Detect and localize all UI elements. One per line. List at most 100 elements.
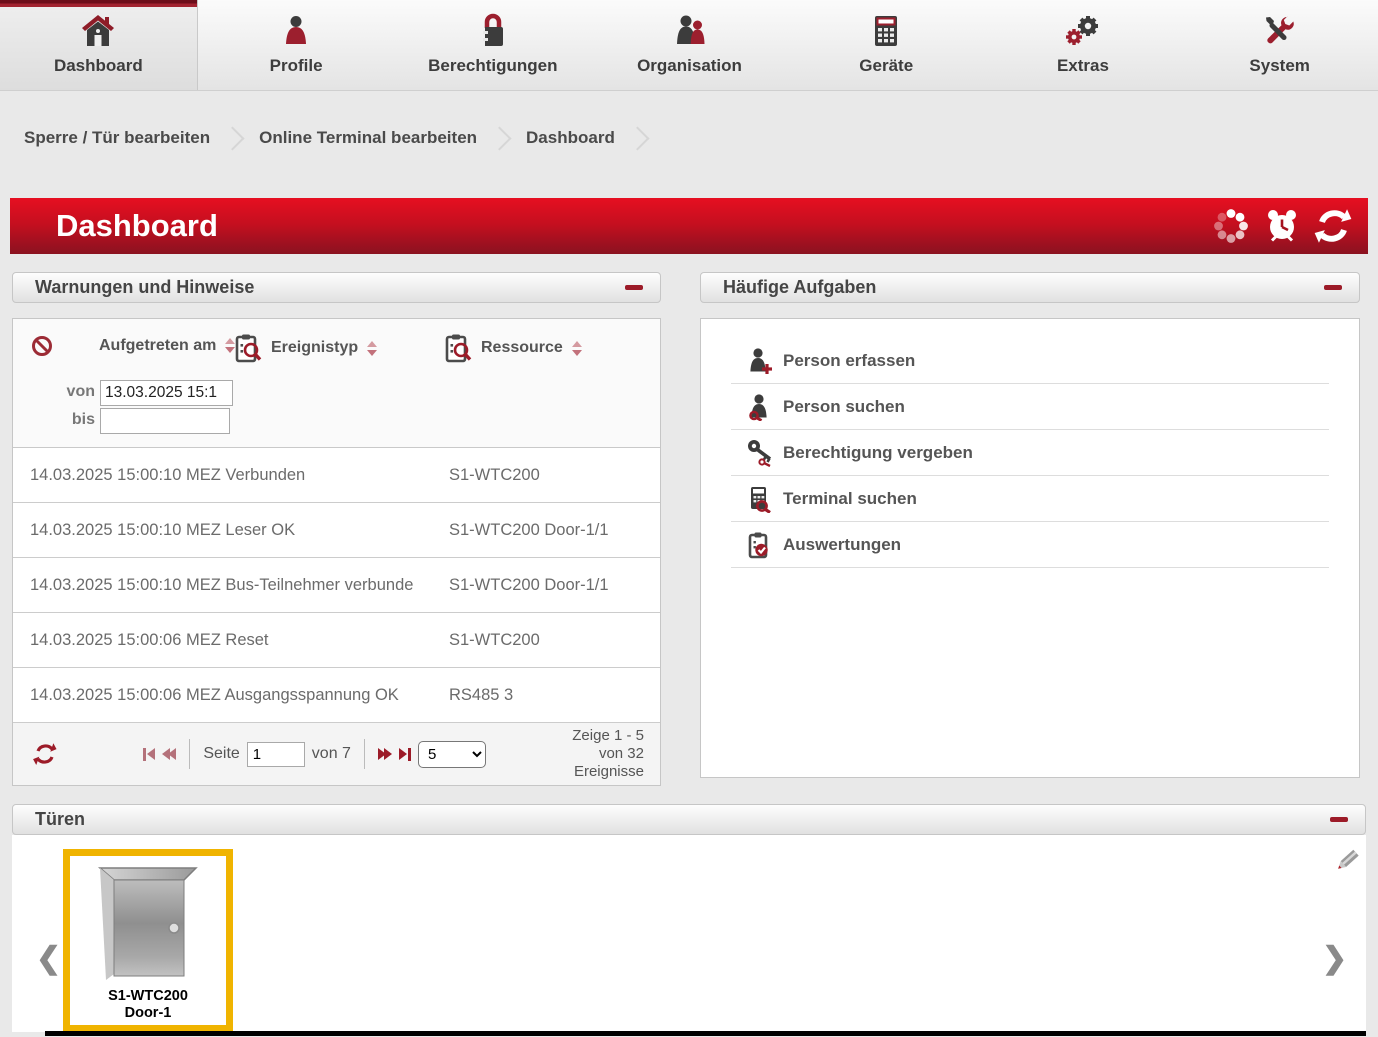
chevron-right-icon [488, 126, 512, 150]
page-number-input[interactable] [247, 742, 305, 767]
nav-label: Extras [1057, 56, 1109, 76]
last-page-button[interactable] [399, 748, 411, 761]
column-label: Ressource [481, 339, 563, 357]
carousel-left-icon[interactable]: ❮ [36, 946, 61, 972]
reload-events-icon[interactable] [33, 742, 57, 766]
task-person-suchen[interactable]: Person suchen [731, 384, 1329, 430]
clipboard-search-icon [235, 333, 262, 363]
person-add-icon [746, 347, 774, 375]
tab-organisation[interactable]: Organisation [591, 0, 788, 90]
event-time: 14.03.2025 15:00:10 MEZ [30, 466, 221, 484]
event-resource: S1-WTC200 [449, 466, 540, 485]
warnings-panel-title: Warnungen und Hinweise [35, 277, 254, 298]
tab-system[interactable]: System [1181, 0, 1378, 90]
seite-label: Seite [203, 745, 239, 763]
bis-date-input[interactable] [100, 408, 230, 434]
task-label: Person erfassen [783, 351, 915, 371]
collapse-icon[interactable] [1324, 285, 1342, 290]
column-header-aufgetreten[interactable]: Aufgetreten am [99, 333, 235, 358]
gears-icon [1065, 13, 1101, 49]
person-icon [278, 13, 314, 49]
event-type: Ausgangsspannung OK [225, 686, 399, 704]
event-time: 14.03.2025 15:00:10 MEZ [30, 576, 221, 594]
chevron-right-icon [625, 126, 649, 150]
tools-icon [1262, 13, 1298, 49]
nav-label: Geräte [859, 56, 913, 76]
chevron-right-icon [221, 126, 245, 150]
nav-label: Berechtigungen [428, 56, 557, 76]
event-resource: S1-WTC200 Door-1/1 [449, 521, 609, 540]
collapse-icon[interactable] [625, 285, 643, 290]
event-row: 14.03.2025 15:00:06 MEZ Reset S1-WTC200 [13, 613, 660, 668]
tab-extras[interactable]: Extras [985, 0, 1182, 90]
event-type: Reset [225, 631, 268, 649]
no-entry-icon [31, 335, 53, 357]
doors-panel-header: Türen [12, 804, 1366, 835]
von-label: von [65, 383, 95, 401]
door-card[interactable]: S1-WTC200 Door-1 [63, 849, 233, 1032]
nav-label: Dashboard [54, 56, 143, 76]
home-icon [80, 13, 116, 49]
page-size-select[interactable]: 5 [418, 741, 486, 768]
page-header: Dashboard [10, 198, 1368, 254]
collapse-icon[interactable] [1330, 817, 1348, 822]
task-auswertungen[interactable]: Auswertungen [731, 522, 1329, 568]
nav-label: Organisation [637, 56, 742, 76]
loading-spinner-icon [1212, 207, 1250, 245]
tab-berechtigungen[interactable]: Berechtigungen [394, 0, 591, 90]
door-image [92, 862, 204, 984]
carousel-right-icon[interactable]: ❯ [1322, 946, 1347, 972]
breadcrumb-item[interactable]: Sperre / Tür bearbeiten [24, 128, 210, 148]
main-navigation: Dashboard Profile Berechtigungen Organis… [0, 0, 1378, 91]
warnings-panel-header: Warnungen und Hinweise [12, 272, 661, 303]
event-row: 14.03.2025 15:00:10 MEZ Verbunden S1-WTC… [13, 448, 660, 503]
event-time: 14.03.2025 15:00:06 MEZ [30, 631, 221, 649]
alarm-clock-icon[interactable] [1263, 207, 1301, 245]
refresh-icon[interactable] [1314, 207, 1352, 245]
task-terminal-suchen[interactable]: Terminal suchen [731, 476, 1329, 522]
event-type: Verbunden [225, 466, 305, 484]
task-berechtigung-vergeben[interactable]: Berechtigung vergeben [731, 430, 1329, 476]
event-row: 14.03.2025 15:00:06 MEZ Ausgangsspannung… [13, 668, 660, 723]
column-header-ereignistyp[interactable]: Ereignistyp [235, 333, 377, 363]
task-label: Auswertungen [783, 535, 901, 555]
tasks-panel-header: Häufige Aufgaben [700, 272, 1360, 303]
breadcrumb-item[interactable]: Online Terminal bearbeiten [259, 128, 477, 148]
previous-page-button[interactable] [162, 748, 176, 760]
calculator-icon [868, 13, 904, 49]
column-label: Ereignistyp [271, 339, 358, 357]
breadcrumb-item[interactable]: Dashboard [526, 128, 615, 148]
key-icon [746, 439, 774, 467]
event-row: 14.03.2025 15:00:10 MEZ Leser OK S1-WTC2… [13, 503, 660, 558]
task-person-erfassen[interactable]: Person erfassen [731, 338, 1329, 384]
clipboard-search-icon [445, 333, 472, 363]
nav-label: Profile [270, 56, 323, 76]
task-label: Berechtigung vergeben [783, 443, 973, 463]
report-check-icon [746, 531, 774, 559]
lock-icon [475, 13, 511, 49]
terminal-search-icon [746, 485, 774, 513]
column-header-ressource[interactable]: Ressource [445, 333, 582, 363]
event-resource: RS485 3 [449, 686, 513, 705]
edit-pencil-icon[interactable] [1333, 847, 1359, 875]
viewport-bottom-edge [45, 1031, 1366, 1036]
doors-panel-title: Türen [35, 809, 85, 830]
tab-geraete[interactable]: Geräte [788, 0, 985, 90]
pagination-summary: Zeige 1 - 5 von 32 Ereignisse [572, 727, 650, 781]
event-resource: S1-WTC200 [449, 631, 540, 650]
von-date-input[interactable] [100, 380, 233, 406]
first-page-button[interactable] [143, 748, 155, 761]
next-page-button[interactable] [378, 748, 392, 760]
event-time: 14.03.2025 15:00:06 MEZ [30, 686, 221, 704]
warnings-panel: Aufgetreten am Ereignistyp [12, 318, 661, 786]
tasks-panel-title: Häufige Aufgaben [723, 277, 876, 298]
person-search-icon [746, 393, 774, 421]
event-time: 14.03.2025 15:00:10 MEZ [30, 521, 221, 539]
event-type: Leser OK [225, 521, 295, 539]
sort-icon [225, 333, 235, 358]
column-label: Aufgetreten am [99, 337, 216, 355]
tab-dashboard[interactable]: Dashboard [0, 0, 198, 90]
sort-icon [572, 336, 582, 361]
page-count-label: von 7 [312, 745, 351, 763]
tab-profile[interactable]: Profile [198, 0, 395, 90]
